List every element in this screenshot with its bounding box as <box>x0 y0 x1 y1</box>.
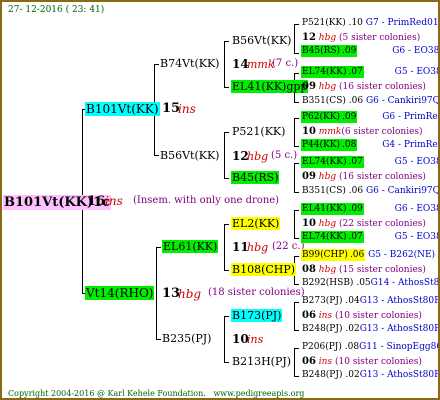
dd-queen[interactable]: B235(PJ) <box>162 333 211 344</box>
sd-tag: hbg <box>247 150 269 163</box>
g3-tag: ins <box>247 333 264 346</box>
g4-queen[interactable]: B248(PJ) .02G13 - AthosSt80R <box>302 371 438 380</box>
sd-note: (5 c.) <box>271 150 298 161</box>
date-stamp: 27- 12-2016 ( 23: 41) <box>8 5 105 15</box>
pedigree-diagram: 27- 12-2016 ( 23: 41) B101Vt(KK)1c 16 in… <box>0 0 440 400</box>
g4-year-row: 10 hbg (22 sister colonies) <box>302 218 426 229</box>
sire-tag: ins <box>178 102 196 116</box>
ds-tag: hbg <box>247 241 269 254</box>
ds-note: (22 c.) <box>272 241 305 252</box>
g3-queen[interactable]: B108(CHP) <box>231 263 297 276</box>
g3-queen[interactable]: B213H(PJ) <box>232 356 291 367</box>
g4-queen[interactable]: B351(CS) .06 G6 - Cankiri97Q <box>302 97 438 106</box>
ss-queen[interactable]: B74Vt(KK) <box>160 58 219 69</box>
g3-queen[interactable]: EL2(KK) <box>231 217 281 230</box>
g4-year-row: 12 hbg (5 sister colonies) <box>302 32 421 43</box>
footer-url[interactable]: www.pedigreeapis.org <box>213 389 304 398</box>
g4-queen[interactable]: EL74(KK).07 G5 - EO386 <box>301 66 438 78</box>
sire-queen[interactable]: B101Vt(KK) <box>85 102 160 116</box>
g4-queen[interactable]: P206(PJ) .08G11 - SinopEgg86R <box>302 343 438 352</box>
g4-queen[interactable]: B292(HSB) .05G14 - AthosSt80R <box>302 279 438 288</box>
g4-queen[interactable]: P62(KK).09 G6 - PrimRed01 <box>301 111 438 123</box>
g4-queen[interactable]: B248(PJ) .02G13 - AthosSt80R <box>302 325 438 334</box>
connector-dam <box>156 247 157 339</box>
g4-year-row: 06 ins (10 sister colonies) <box>302 310 422 321</box>
root-tag: ins <box>105 194 123 208</box>
g4-year-row: 10 mmk(6 sister colonies) <box>302 126 423 137</box>
footer: Copyright 2004-2016 @ Karl Kehele Founda… <box>8 390 304 398</box>
root-year: 16 <box>87 194 106 209</box>
g4-year-row: 08 hbg (15 sister colonies) <box>302 264 426 275</box>
g4-year-row: 09 hbg (16 sister colonies) <box>302 81 426 92</box>
g4-queen[interactable]: B273(PJ) .04G13 - AthosSt80R <box>302 297 438 306</box>
g4-year-row: 06 ins (10 sister colonies) <box>302 356 422 367</box>
g4-queen[interactable]: EL41(KK).09 G6 - EO386 <box>301 203 438 215</box>
root-note: (Insem. with only one drone) <box>133 195 280 206</box>
g4-queen[interactable]: EL74(KK).07 G5 - EO386 <box>301 231 438 243</box>
g4-queen[interactable]: B99(CHP) .06 G5 - B262(NE) <box>301 249 435 261</box>
g3-queen[interactable]: B45(RS) <box>231 171 280 184</box>
g3-queen[interactable]: B173(PJ) <box>231 309 283 322</box>
g4-queen[interactable]: P44(KK).08 G4 - PrimRed01 <box>301 139 438 151</box>
g4-queen[interactable]: B45(RS) .09 G6 - EO386 <box>301 45 438 57</box>
ss-note: (7 c.) <box>272 58 299 69</box>
sd-queen[interactable]: B56Vt(KK) <box>160 150 219 161</box>
g4-queen[interactable]: P521(KK) .10 G7 - PrimRed01 <box>302 19 438 28</box>
dam-queen[interactable]: Vt14(RHO) <box>85 286 155 300</box>
g3-queen[interactable]: B56Vt(KK) <box>232 35 291 46</box>
ss-tag: mmk <box>247 58 275 71</box>
ds-queen[interactable]: EL61(KK) <box>162 240 219 253</box>
dam-note: (18 sister colonies) <box>208 287 305 298</box>
g3-queen[interactable]: P521(KK) <box>232 126 285 137</box>
g4-queen[interactable]: EL74(KK).07 G5 - EO386 <box>301 156 438 168</box>
g3-queen[interactable]: EL41(KK)gpp <box>231 80 309 93</box>
g4-year-row: 09 hbg (16 sister colonies) <box>302 171 426 182</box>
g4-queen[interactable]: B351(CS) .06 G6 - Cankiri97Q <box>302 187 438 196</box>
dam-tag: hbg <box>178 287 202 301</box>
copyright-text: Copyright 2004-2016 @ Karl Kehele Founda… <box>8 389 206 398</box>
